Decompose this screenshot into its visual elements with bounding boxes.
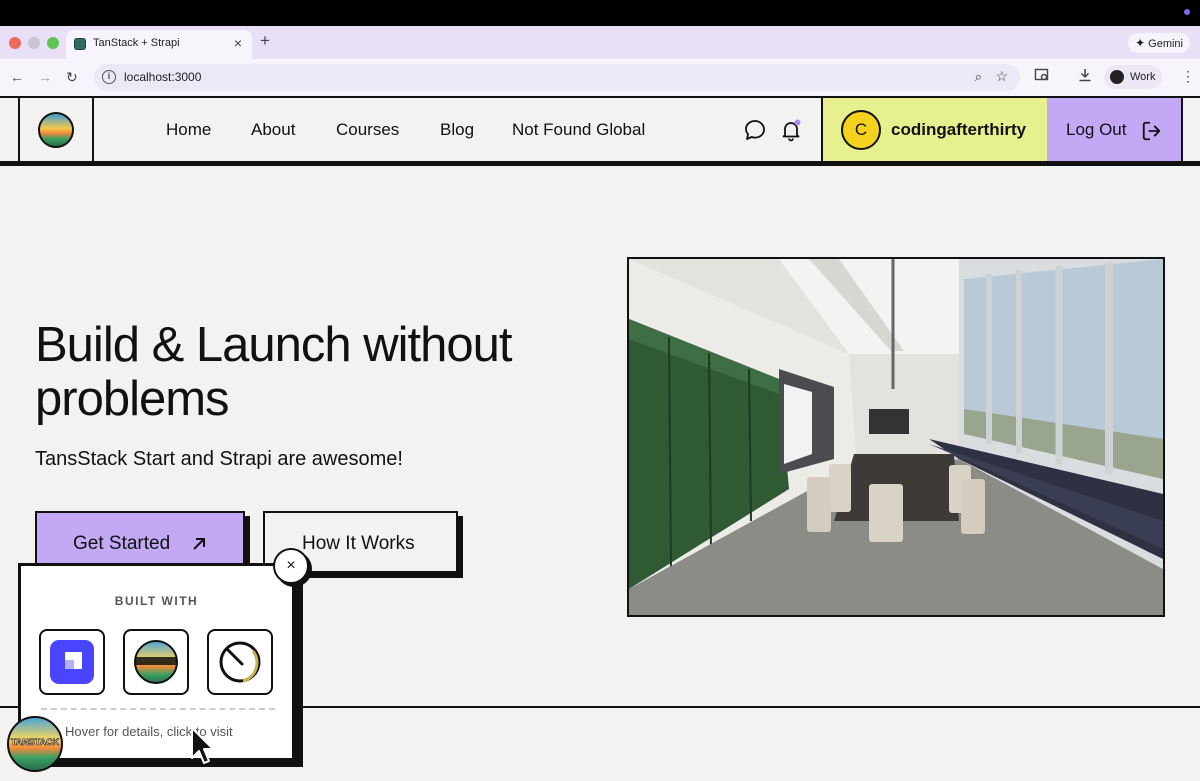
logout-button[interactable]: Log Out	[1047, 98, 1183, 161]
chat-bubble-icon[interactable]	[743, 118, 767, 142]
popup-divider	[41, 708, 275, 710]
how-it-works-label: How It Works	[302, 533, 415, 554]
browser-tab-active[interactable]: TanStack + Strapi ×	[66, 30, 252, 59]
tanstack-logo-icon	[38, 112, 74, 148]
tanstack-devtools-badge[interactable]: TANSTACK	[7, 716, 63, 772]
tab-favicon-icon	[74, 38, 86, 50]
mouse-cursor-icon	[191, 727, 214, 764]
tab-title: TanStack + Strapi	[93, 37, 180, 49]
gemini-label: Gemini	[1148, 38, 1183, 50]
built-with-heading: BUILT WITH	[114, 594, 199, 608]
conference-room-illustration	[629, 259, 1163, 615]
tab-bar: TanStack + Strapi × + ✦ Gemini	[0, 26, 1200, 59]
gemini-button[interactable]: ✦ Gemini	[1128, 33, 1190, 53]
recording-dot-icon	[1184, 9, 1190, 15]
hero-subtitle: TansStack Start and Strapi are awesome!	[35, 448, 403, 470]
profile-avatar-icon	[1110, 70, 1124, 84]
react-router-tile[interactable]	[207, 629, 273, 695]
logout-arrow-icon	[1142, 121, 1161, 141]
nav-home[interactable]: Home	[166, 120, 211, 140]
profile-chip[interactable]: Work	[1104, 65, 1162, 89]
nav-courses[interactable]: Courses	[336, 120, 399, 140]
nav-not-found-global[interactable]: Not Found Global	[512, 120, 645, 140]
zoom-icon[interactable]: ⌕	[975, 69, 982, 85]
browser-toolbar: ← → ↻ i localhost:3000 ⌕ ☆ Work ⋮	[0, 59, 1200, 96]
back-button[interactable]: ←	[10, 68, 24, 86]
nav-blog[interactable]: Blog	[440, 120, 474, 140]
tab-close-icon[interactable]: ×	[234, 35, 242, 51]
site-info-icon[interactable]: i	[102, 70, 116, 84]
get-started-label: Get Started	[73, 533, 171, 554]
tanstack-tile[interactable]	[123, 629, 189, 695]
window-minimize-icon[interactable]	[28, 37, 40, 49]
cast-search-icon[interactable]	[1034, 67, 1050, 83]
site-header: Home About Courses Blog Not Found Global…	[0, 96, 1200, 166]
hero-title: Build & Launch without problems	[35, 318, 513, 426]
address-bar[interactable]: i localhost:3000 ⌕ ☆	[94, 64, 1020, 91]
window-close-icon[interactable]	[9, 37, 21, 49]
logout-label: Log Out	[1066, 120, 1127, 139]
bookmark-star-icon[interactable]: ☆	[995, 68, 1008, 85]
user-profile[interactable]: C codingafterthirty	[821, 98, 1049, 161]
window-maximize-icon[interactable]	[47, 37, 59, 49]
notification-bell-icon[interactable]	[779, 118, 803, 142]
strapi-logo-icon	[50, 640, 94, 684]
forward-button[interactable]: →	[38, 68, 52, 86]
tanstack-logo-icon	[134, 640, 178, 684]
logo-link[interactable]	[18, 98, 94, 161]
web-page: Home About Courses Blog Not Found Global…	[0, 96, 1200, 781]
hero-image-conference-room	[627, 257, 1165, 617]
nav-about[interactable]: About	[251, 120, 295, 140]
download-icon[interactable]	[1077, 67, 1093, 83]
user-avatar: C	[841, 110, 881, 150]
badge-text: TANSTACK	[10, 737, 60, 748]
profile-label: Work	[1130, 71, 1156, 83]
address-url[interactable]: localhost:3000	[124, 70, 201, 84]
strapi-tile[interactable]	[39, 629, 105, 695]
reload-button[interactable]: ↻	[66, 68, 78, 86]
react-router-logo-icon	[219, 641, 261, 683]
browser-chrome: TanStack + Strapi × + ✦ Gemini ← → ↻ i lo…	[0, 26, 1200, 96]
popup-close-button[interactable]: ×	[273, 548, 309, 584]
browser-menu-icon[interactable]: ⋮	[1181, 68, 1195, 85]
arrow-up-right-icon	[193, 538, 205, 550]
screen-top-strip	[0, 0, 1200, 26]
new-tab-button[interactable]: +	[260, 31, 270, 51]
user-name: codingafterthirty	[891, 120, 1027, 139]
sparkle-icon: ✦	[1135, 36, 1146, 50]
